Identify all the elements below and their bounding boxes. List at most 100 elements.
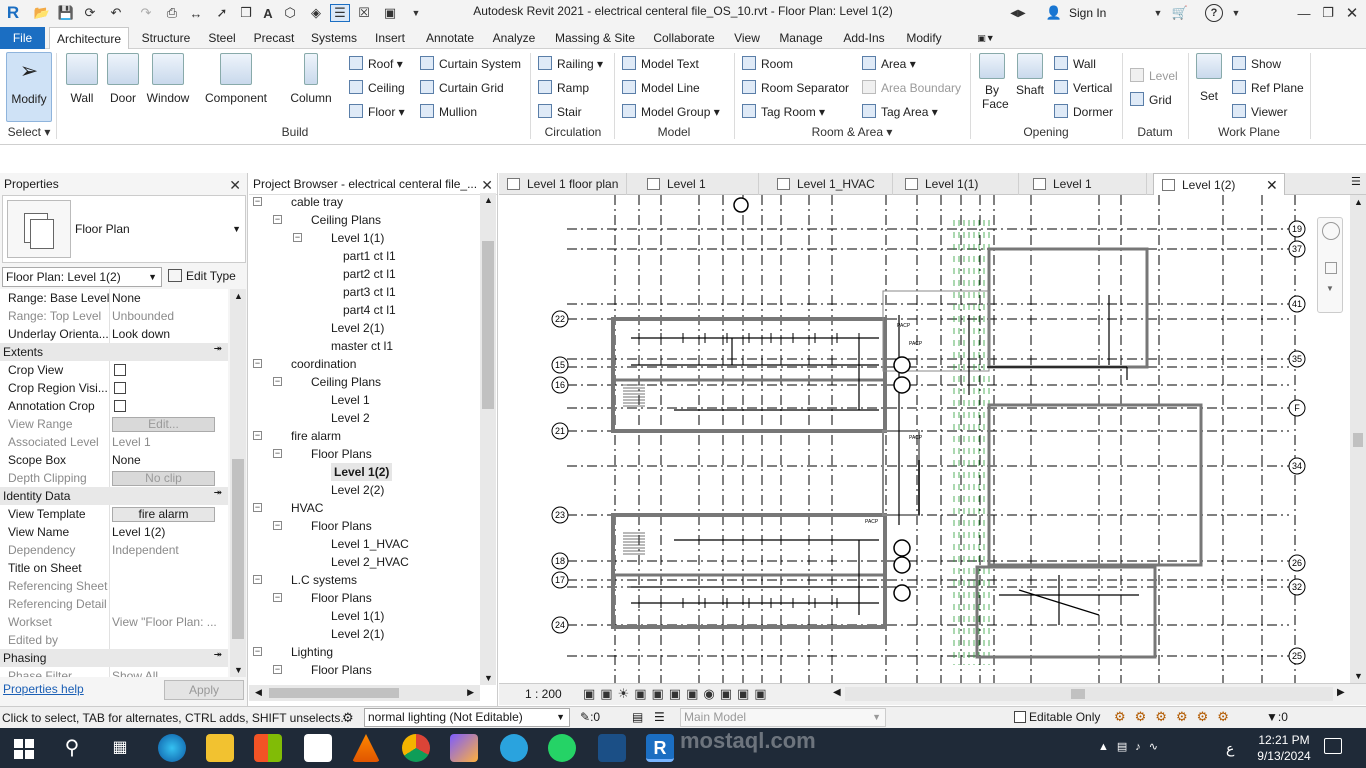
tab-precast[interactable]: Precast	[250, 27, 298, 49]
tabs-menu-icon[interactable]: ☰	[1351, 175, 1361, 188]
collapse-icon[interactable]: ⯮	[214, 343, 222, 354]
railing-button[interactable]: Railing ▾	[538, 54, 603, 74]
restore-icon[interactable]: ❐	[1318, 4, 1338, 22]
room-area-panel-label[interactable]: Room & Area ▾	[736, 125, 968, 139]
filter-count[interactable]: ▼:0	[1266, 710, 1288, 724]
close-icon[interactable]: ✕	[1342, 4, 1362, 22]
model-text-button[interactable]: Model Text	[622, 54, 699, 74]
property-category[interactable]: Phasing ⯮	[0, 649, 228, 667]
properties-help-link[interactable]: Properties help	[3, 682, 84, 696]
property-value[interactable]	[110, 559, 228, 577]
select-panel-label[interactable]: Select ▾	[6, 125, 52, 139]
zoom-icon[interactable]	[1325, 262, 1337, 274]
navigation-bar[interactable]: ▼	[1317, 217, 1343, 313]
browser-node[interactable]: Level 1	[331, 391, 370, 409]
chevron-left-icon[interactable]: ◀▶	[1008, 4, 1028, 22]
notification-icon[interactable]	[1324, 738, 1342, 754]
switch-windows-icon[interactable]: ▣	[380, 4, 400, 22]
mullion-button[interactable]: Mullion	[420, 102, 477, 122]
tab-analyze[interactable]: Analyze	[488, 27, 540, 49]
close-hidden-icon[interactable]: ☒	[354, 4, 374, 22]
property-category[interactable]: Extents ⯮	[0, 343, 228, 361]
collapse-icon[interactable]: −	[253, 197, 262, 206]
vertical-opening-button[interactable]: Vertical	[1054, 78, 1112, 98]
sign-in-link[interactable]: Sign In	[1069, 6, 1106, 20]
browser-node[interactable]: Lighting	[291, 643, 333, 661]
browser-node[interactable]: Floor Plans	[311, 445, 372, 463]
app-icon[interactable]	[598, 734, 626, 762]
model-line-button[interactable]: Model Line	[622, 78, 700, 98]
browser-node[interactable]: Ceiling Plans	[311, 373, 381, 391]
3d-view-icon[interactable]: ⬡	[280, 4, 300, 22]
tab-add-ins[interactable]: Add-Ins	[838, 27, 890, 49]
browser-hscrollbar[interactable]: ◀ ▶	[249, 685, 480, 701]
roof-button[interactable]: Roof ▾	[349, 54, 403, 74]
curtain-grid-button[interactable]: Curtain Grid	[420, 78, 504, 98]
file-explorer-icon[interactable]	[206, 734, 234, 762]
curtain-system-button[interactable]: Curtain System	[420, 54, 521, 74]
browser-node[interactable]: L.C systems	[291, 571, 357, 589]
tab-structure[interactable]: Structure	[135, 27, 197, 49]
tag-icon[interactable]: ❒	[236, 4, 256, 22]
door-button[interactable]: Door	[106, 53, 140, 105]
floor-plan-drawing[interactable]: 19 37 41 35 F 34 26 32 25 22 15 16 21 23 18 17 24 PACP PAC…	[499, 195, 1350, 683]
browser-node[interactable]: part2 ct l1	[343, 265, 396, 283]
browser-node[interactable]: cable tray	[291, 193, 343, 211]
room-separator-button[interactable]: Room Separator	[742, 78, 849, 98]
revit-taskbar-icon[interactable]: R	[646, 734, 674, 762]
room-button[interactable]: Room	[742, 54, 793, 74]
collapse-icon[interactable]: −	[273, 215, 282, 224]
edit-type-button[interactable]: Edit Type	[168, 267, 244, 287]
view-control-icons[interactable]: ▣▣☀▣▣▣▣◉▣▣▣	[583, 686, 772, 702]
collapse-icon[interactable]: −	[253, 647, 262, 656]
properties-scrollbar[interactable]: ▲ ▼	[230, 289, 246, 677]
modify-button[interactable]: ➢ Modify	[6, 52, 52, 122]
collapse-icon[interactable]: −	[273, 521, 282, 530]
collapse-icon[interactable]: ⯮	[214, 487, 222, 498]
browser-node[interactable]: part1 ct l1	[343, 247, 396, 265]
tab-view[interactable]: View	[730, 27, 764, 49]
browser-node[interactable]: coordination	[291, 355, 356, 373]
browser-node[interactable]: Floor Plans	[311, 517, 372, 535]
view-tab-level-1-1[interactable]: Level 1(1)	[897, 173, 1019, 195]
browser-node[interactable]: Level 1(1)	[331, 229, 384, 247]
area-button[interactable]: Area ▾	[862, 54, 916, 74]
browser-node[interactable]: Level 2	[331, 409, 370, 427]
property-value[interactable]	[110, 595, 228, 613]
ramp-button[interactable]: Ramp	[538, 78, 589, 98]
tab-architecture[interactable]: Architecture	[49, 27, 129, 50]
redo-icon[interactable]: ↷	[136, 4, 156, 22]
browser-node[interactable]: Level 2(1)	[331, 319, 384, 337]
section-icon[interactable]: ◈	[306, 4, 326, 22]
chevron-down-icon[interactable]: ▼	[232, 224, 241, 234]
close-icon[interactable]: ✕	[1266, 174, 1278, 196]
collapse-icon[interactable]: −	[273, 593, 282, 602]
browser-node[interactable]: part3 ct l1	[343, 283, 396, 301]
browser-node[interactable]: HVAC	[291, 499, 323, 517]
view-tab-level-1-hvac[interactable]: Level 1_HVAC	[769, 173, 893, 195]
property-button[interactable]: fire alarm	[112, 507, 215, 522]
open-icon[interactable]: 📂	[32, 4, 52, 22]
chevron-down-icon[interactable]: ▼	[1326, 284, 1334, 293]
user-icon[interactable]: 👤	[1044, 4, 1064, 22]
property-value[interactable]: fire alarm	[110, 505, 228, 523]
ref-plane-button[interactable]: Ref Plane	[1232, 78, 1304, 98]
editable-only-toggle[interactable]: Editable Only	[1014, 710, 1100, 724]
tab-collaborate[interactable]: Collaborate	[648, 27, 720, 49]
collapse-icon[interactable]: −	[273, 665, 282, 674]
view-tab-level-1-b[interactable]: Level 1	[1025, 173, 1147, 195]
sign-in-dropdown-icon[interactable]: ▼	[1148, 4, 1168, 22]
component-button[interactable]: Component	[202, 53, 270, 105]
collapse-icon[interactable]: −	[253, 503, 262, 512]
view-tab-level-1-2[interactable]: Level 1(2) ✕	[1153, 173, 1285, 195]
level-button[interactable]: Level	[1130, 66, 1178, 86]
lighting-select[interactable]: normal lighting (Not Editable) ▼	[364, 708, 570, 727]
help-dropdown-icon[interactable]: ▼	[1226, 4, 1246, 22]
close-icon[interactable]: ✕	[229, 174, 241, 196]
tag-room-button[interactable]: Tag Room ▾	[742, 102, 825, 122]
wall-button[interactable]: Wall	[62, 53, 102, 105]
collapse-icon[interactable]: −	[293, 233, 302, 242]
property-value[interactable]: None	[110, 451, 228, 469]
text-icon[interactable]: A	[258, 4, 278, 22]
view-tab-level-1[interactable]: Level 1	[639, 173, 759, 195]
